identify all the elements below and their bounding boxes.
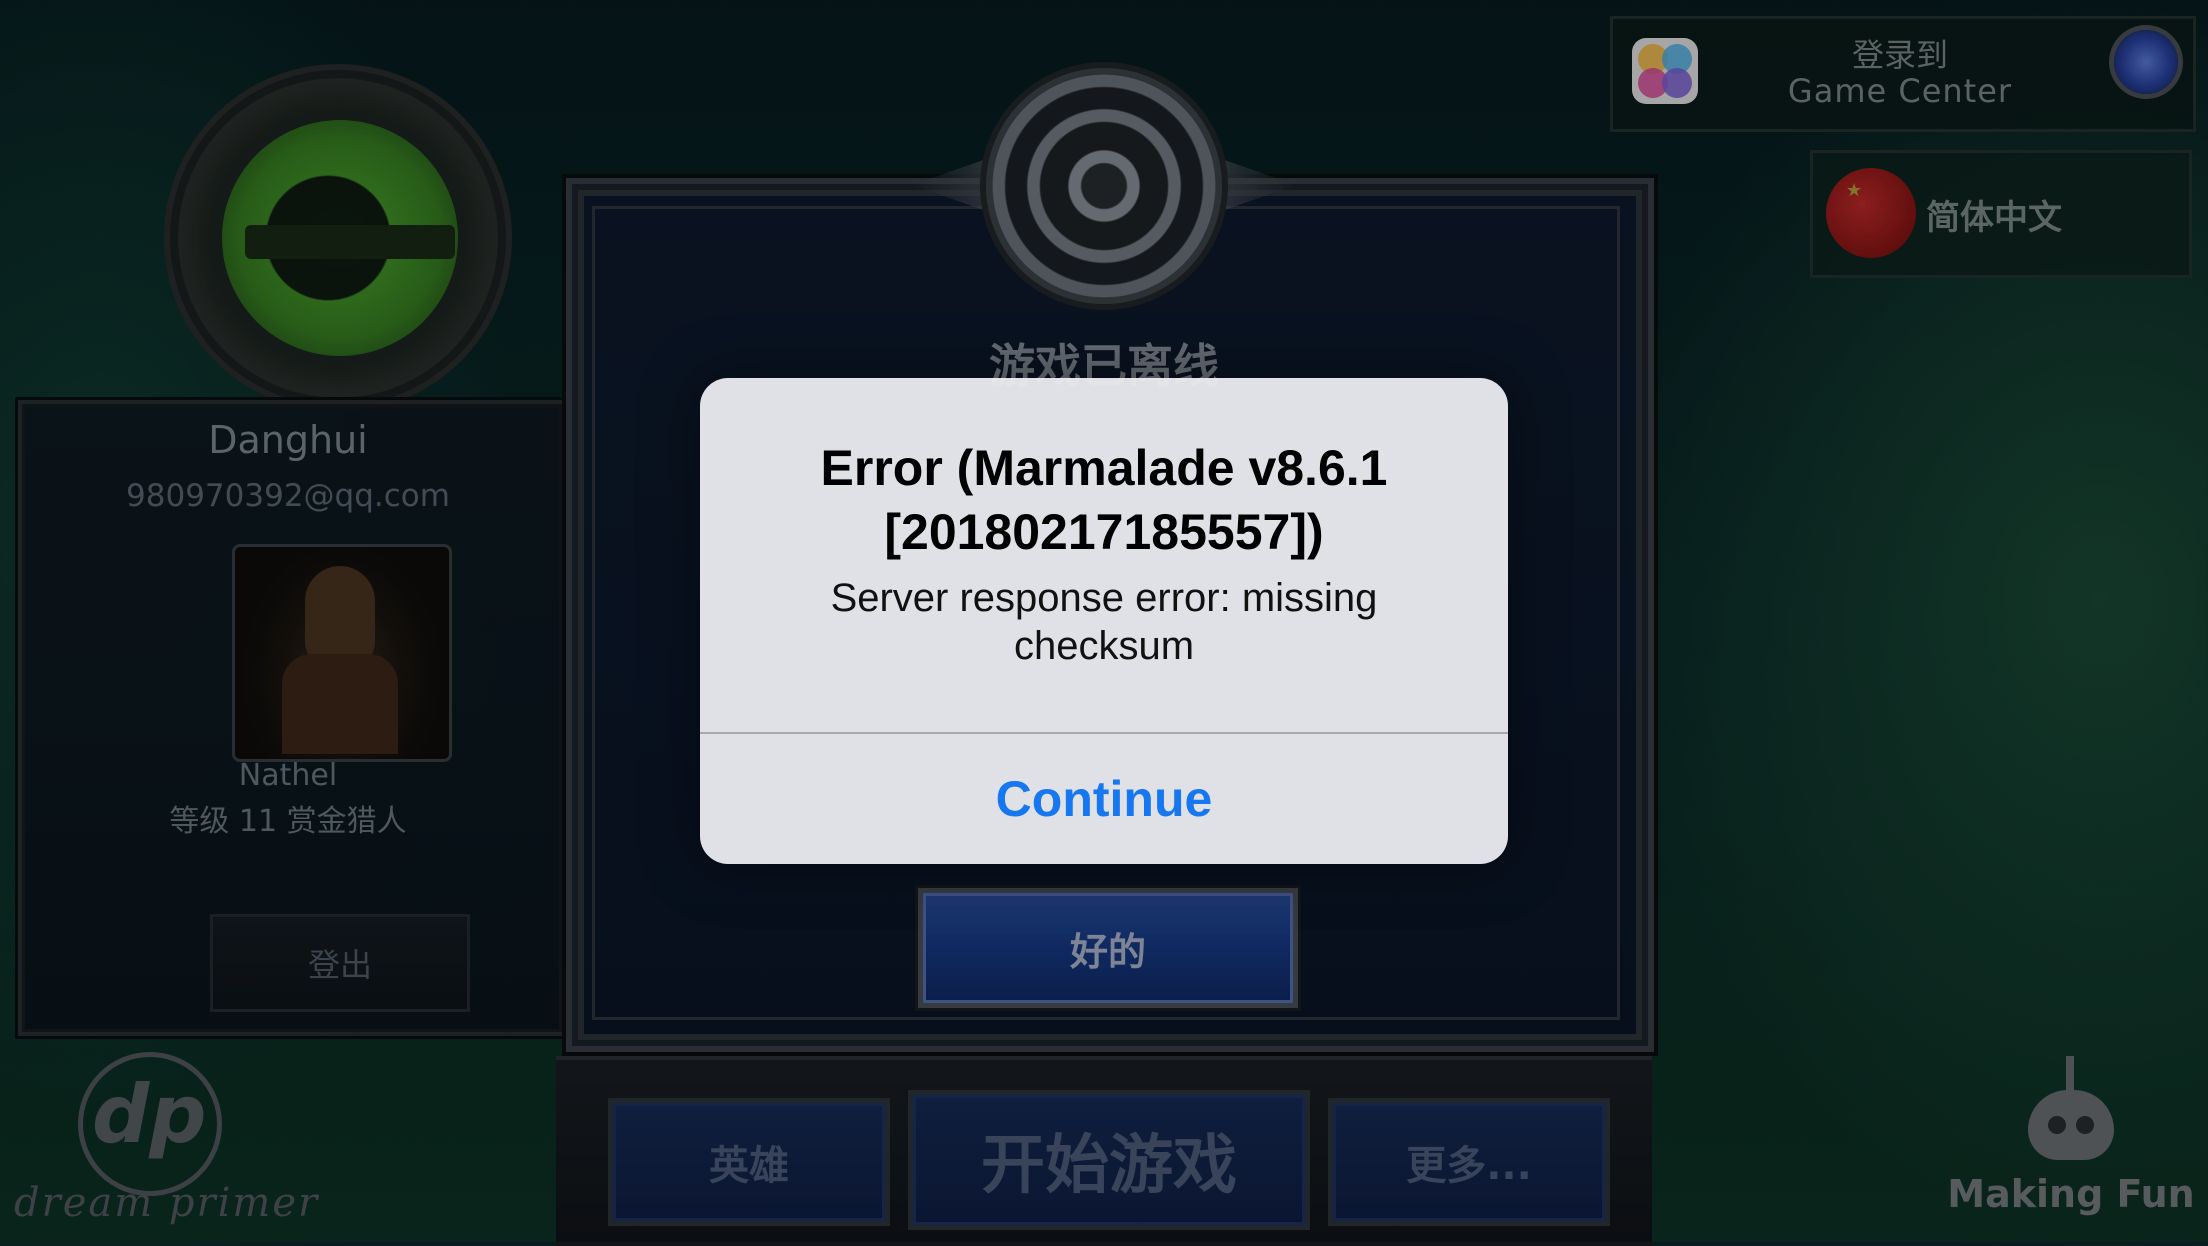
error-alert-title: Error (Marmalade v8.6.1 [20180217185557]… — [820, 440, 1388, 560]
continue-button[interactable]: Continue — [700, 734, 1508, 864]
error-alert-message: Server response error: missing checksum — [830, 576, 1378, 668]
